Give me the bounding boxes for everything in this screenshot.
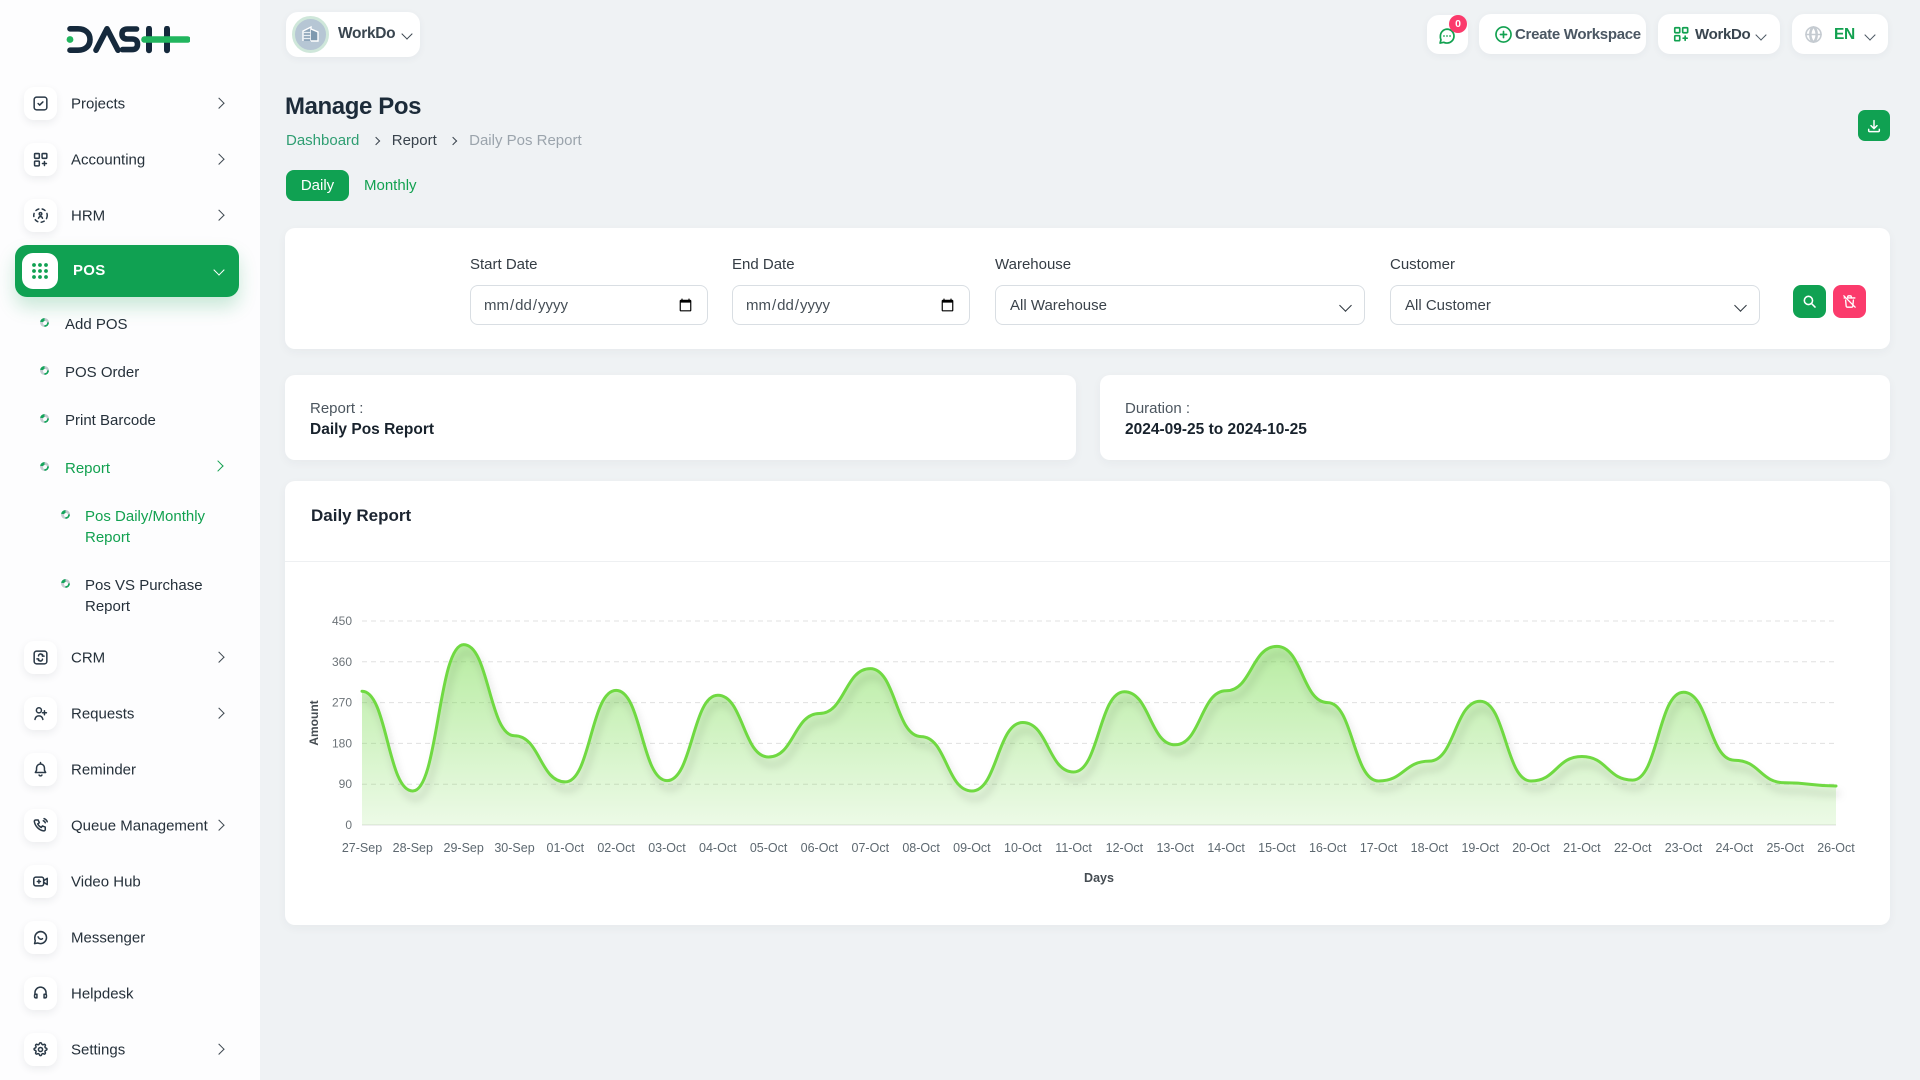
svg-text:Days: Days: [1084, 871, 1114, 885]
svg-text:28-Sep: 28-Sep: [393, 841, 433, 855]
svg-text:10-Oct: 10-Oct: [1004, 841, 1042, 855]
svg-text:25-Oct: 25-Oct: [1766, 841, 1804, 855]
svg-text:08-Oct: 08-Oct: [902, 841, 940, 855]
svg-text:06-Oct: 06-Oct: [801, 841, 839, 855]
svg-text:05-Oct: 05-Oct: [750, 841, 788, 855]
svg-text:11-Oct: 11-Oct: [1055, 841, 1092, 855]
svg-text:30-Sep: 30-Sep: [494, 841, 534, 855]
svg-text:04-Oct: 04-Oct: [699, 841, 737, 855]
svg-text:360: 360: [332, 655, 352, 669]
svg-text:Amount: Amount: [307, 700, 321, 745]
svg-text:18-Oct: 18-Oct: [1411, 841, 1449, 855]
svg-text:22-Oct: 22-Oct: [1614, 841, 1652, 855]
svg-text:07-Oct: 07-Oct: [852, 841, 890, 855]
svg-text:17-Oct: 17-Oct: [1360, 841, 1398, 855]
svg-text:20-Oct: 20-Oct: [1512, 841, 1550, 855]
svg-text:0: 0: [345, 818, 352, 832]
svg-text:16-Oct: 16-Oct: [1309, 841, 1347, 855]
svg-text:01-Oct: 01-Oct: [547, 841, 585, 855]
svg-text:19-Oct: 19-Oct: [1461, 841, 1499, 855]
svg-text:13-Oct: 13-Oct: [1156, 841, 1194, 855]
svg-text:14-Oct: 14-Oct: [1207, 841, 1245, 855]
svg-text:450: 450: [332, 614, 352, 628]
svg-text:90: 90: [339, 777, 353, 791]
svg-text:24-Oct: 24-Oct: [1716, 841, 1754, 855]
svg-text:21-Oct: 21-Oct: [1563, 841, 1601, 855]
svg-text:02-Oct: 02-Oct: [597, 841, 635, 855]
svg-text:180: 180: [332, 736, 352, 750]
svg-text:03-Oct: 03-Oct: [648, 841, 686, 855]
svg-text:15-Oct: 15-Oct: [1258, 841, 1296, 855]
svg-text:29-Sep: 29-Sep: [444, 841, 484, 855]
svg-text:26-Oct: 26-Oct: [1817, 841, 1855, 855]
svg-text:09-Oct: 09-Oct: [953, 841, 991, 855]
svg-text:23-Oct: 23-Oct: [1665, 841, 1703, 855]
svg-text:12-Oct: 12-Oct: [1106, 841, 1144, 855]
svg-text:270: 270: [332, 696, 352, 710]
svg-text:27-Sep: 27-Sep: [342, 841, 382, 855]
